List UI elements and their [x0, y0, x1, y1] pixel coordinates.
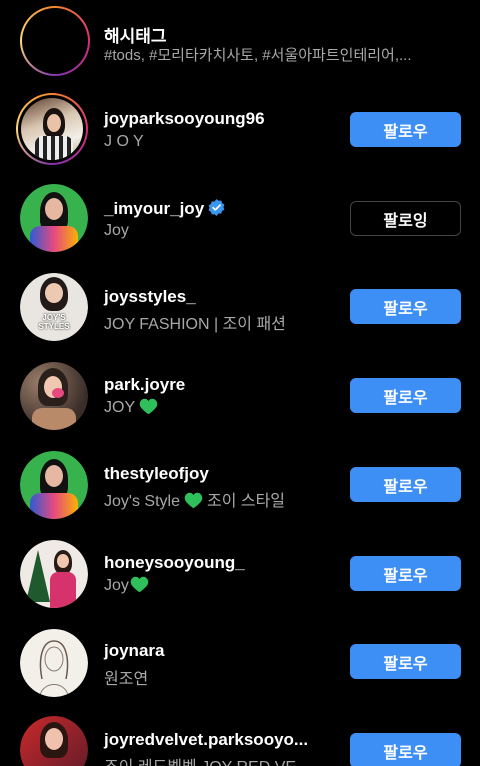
search-results-list: 해시태그 #tods, #모리타카치사토, #서울아파트인테리어,... joy… [0, 0, 480, 766]
avatar[interactable] [16, 93, 88, 165]
hashtag-avatar [20, 6, 90, 76]
full-name: JOY FASHION | 조이 패션 [104, 316, 286, 333]
avatar[interactable] [20, 629, 88, 697]
account-row[interactable]: joynara 원조연 팔로우 [0, 621, 480, 709]
username: joysstyles_ [104, 287, 196, 306]
username: thestyleofjoy [104, 464, 209, 483]
following-button[interactable]: 팔로잉 [350, 201, 461, 236]
follow-button[interactable]: 팔로우 [350, 733, 461, 766]
avatar[interactable] [20, 362, 88, 430]
full-name-row: JOY [104, 398, 158, 417]
hashtag-icon [38, 24, 72, 58]
full-name: J O Y [104, 133, 144, 150]
avatar[interactable] [20, 451, 88, 519]
account-row[interactable]: JOY'S STYLES joysstyles_ JOY FASHION | 조… [0, 265, 480, 353]
green-heart-icon [139, 398, 158, 415]
username: joynara [104, 641, 165, 660]
account-row[interactable]: thestyleofjoy Joy's Style 조이 스타일 팔로우 [0, 443, 480, 531]
hashtag-subtitle: #tods, #모리타카치사토, #서울아파트인테리어,... [104, 47, 412, 64]
verified-badge-icon [208, 199, 225, 216]
follow-button[interactable]: 팔로우 [350, 289, 461, 324]
avatar[interactable]: JOY'S STYLES [20, 273, 88, 341]
green-heart-icon [184, 492, 203, 509]
follow-button[interactable]: 팔로우 [350, 467, 461, 502]
follow-button[interactable]: 팔로우 [350, 112, 461, 147]
avatar[interactable] [20, 716, 88, 766]
green-heart-icon [130, 576, 149, 593]
username: _imyour_joy [104, 199, 205, 218]
full-name-part: Joy's Style [104, 493, 180, 510]
avatar[interactable] [20, 184, 88, 252]
avatar[interactable] [20, 540, 88, 608]
sketch-portrait-icon [39, 640, 69, 696]
follow-button[interactable]: 팔로우 [350, 644, 461, 679]
full-name: 원조연 [104, 671, 149, 688]
username: park.joyre [104, 375, 186, 394]
username: joyparksooyoung96 [104, 109, 265, 128]
follow-button[interactable]: 팔로우 [350, 556, 461, 591]
username: honeysooyoung_ [104, 553, 245, 572]
full-name-row: Joy [104, 576, 149, 595]
account-row[interactable]: _imyour_joy Joy 팔로잉 [0, 176, 480, 264]
full-name-part: 조이 스타일 [206, 493, 286, 510]
full-name: Joy [104, 222, 129, 239]
account-row[interactable]: park.joyre JOY 팔로우 [0, 354, 480, 442]
account-row[interactable]: honeysooyoung_ Joy 팔로우 [0, 532, 480, 620]
avatar-logo-text: JOY'S STYLES [38, 313, 70, 331]
username-row: _imyour_joy [104, 199, 225, 219]
full-name: 조이 레드벨벳 JOY RED VE [104, 753, 296, 766]
username: joyredvelvet.parksooyo... [104, 730, 309, 749]
account-row[interactable]: joyparksooyoung96 J O Y 팔로우 [0, 88, 480, 176]
follow-button[interactable]: 팔로우 [350, 378, 461, 413]
hashtag-result-row[interactable]: 해시태그 #tods, #모리타카치사토, #서울아파트인테리어,... [0, 0, 480, 88]
account-row[interactable]: joyredvelvet.parksooyo... 조이 레드벨벳 JOY RE… [0, 710, 480, 766]
full-name: Joy [104, 577, 129, 594]
full-name: JOY [104, 399, 136, 416]
full-name-row: Joy's Style 조이 스타일 [104, 487, 285, 511]
